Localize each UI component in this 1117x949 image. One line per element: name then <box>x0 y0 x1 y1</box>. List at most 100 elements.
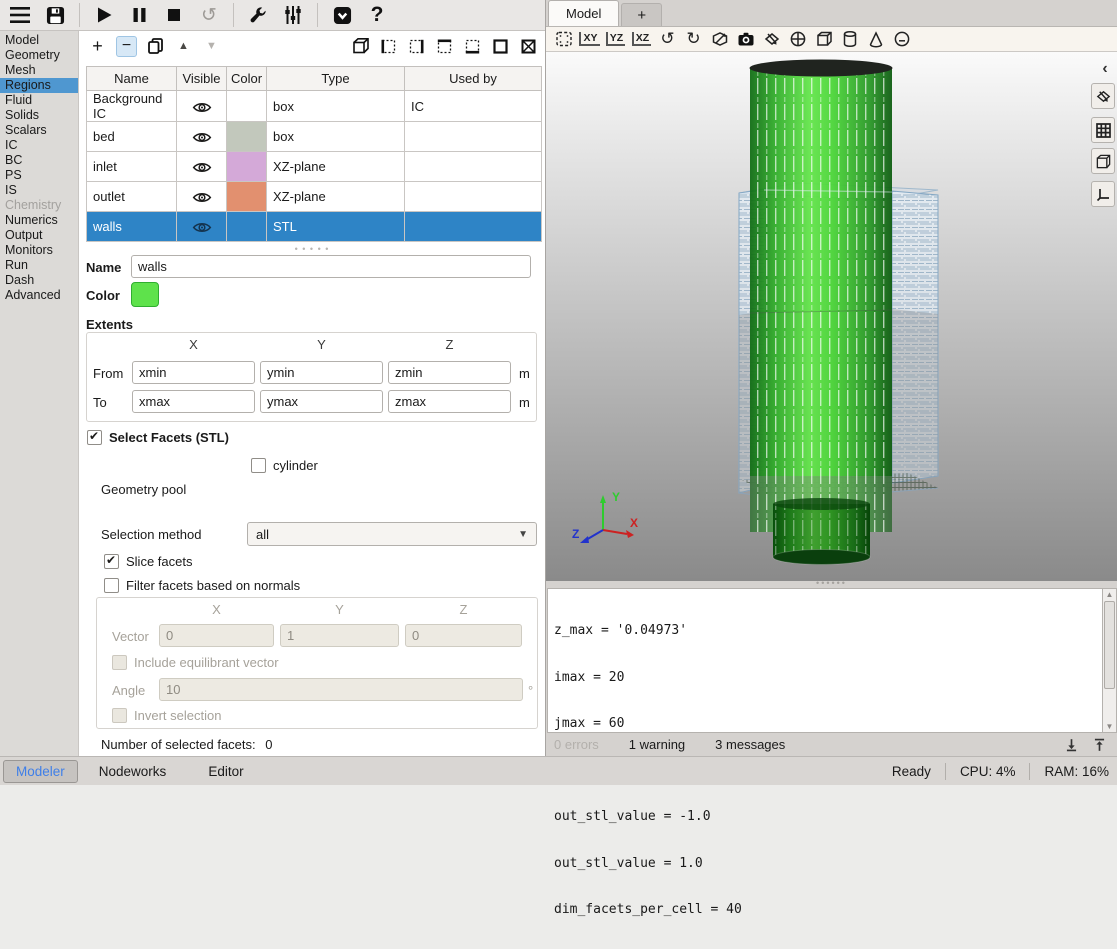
sidebar-item-ps[interactable]: PS <box>0 168 78 183</box>
stop-icon[interactable] <box>163 3 185 27</box>
from-z-input[interactable] <box>388 361 511 384</box>
fit-view-icon[interactable] <box>553 29 574 50</box>
plane-east-icon[interactable] <box>407 36 426 57</box>
eye-icon[interactable] <box>192 101 212 114</box>
sidebar-item-monitors[interactable]: Monitors <box>0 243 78 258</box>
pause-icon[interactable] <box>128 3 150 27</box>
sidebar-item-model[interactable]: Model <box>0 33 78 48</box>
reset-icon[interactable]: ↺ <box>198 3 220 27</box>
sidebar-item-advanced[interactable]: Advanced <box>0 288 78 303</box>
table-row[interactable]: outlet XZ-plane <box>87 182 542 212</box>
scroll-to-bottom-icon[interactable] <box>1064 737 1079 753</box>
to-x-input[interactable] <box>132 390 255 413</box>
color-swatch[interactable] <box>227 92 266 121</box>
cone-icon[interactable] <box>865 29 886 50</box>
geometry-visibility-icon[interactable] <box>761 29 782 50</box>
submit-icon[interactable] <box>331 3 353 27</box>
slice-facets-checkbox[interactable] <box>104 554 119 569</box>
region-box-icon[interactable] <box>351 36 370 57</box>
region-color-button[interactable] <box>131 282 159 307</box>
sidebar-item-is[interactable]: IS <box>0 183 78 198</box>
wireframe-toggle-icon[interactable] <box>1091 148 1115 174</box>
scroll-down-icon[interactable]: ▼ <box>1103 722 1116 731</box>
table-row[interactable]: inlet XZ-plane <box>87 152 542 182</box>
sidebar-item-regions[interactable]: Regions <box>0 78 78 93</box>
axes-toggle-icon[interactable] <box>1091 181 1115 207</box>
add-region-icon[interactable]: + <box>88 36 107 57</box>
color-swatch[interactable] <box>227 152 266 181</box>
table-row-selected[interactable]: walls STL <box>87 212 542 242</box>
mode-nodeworks-button[interactable]: Nodeworks <box>78 764 188 779</box>
help-icon[interactable]: ? <box>366 3 388 27</box>
mode-modeler-button[interactable]: Modeler <box>3 760 78 783</box>
splitter-handle[interactable]: • • • • • <box>79 244 545 254</box>
sidebar-item-scalars[interactable]: Scalars <box>0 123 78 138</box>
from-x-input[interactable] <box>132 361 255 384</box>
sidebar-item-solids[interactable]: Solids <box>0 108 78 123</box>
stl-region-icon[interactable] <box>519 36 538 57</box>
table-row[interactable]: Background IC box IC <box>87 91 542 122</box>
console-scrollbar[interactable]: ▲ ▼ <box>1102 588 1117 733</box>
eye-icon[interactable] <box>192 191 212 204</box>
filter-facets-checkbox[interactable] <box>104 578 119 593</box>
cylinder-icon[interactable] <box>839 29 860 50</box>
sidebar-item-bc[interactable]: BC <box>0 153 78 168</box>
sidebar-item-run[interactable]: Run <box>0 258 78 273</box>
messages-count[interactable]: 3 messages <box>715 737 785 752</box>
mode-editor-button[interactable]: Editor <box>187 764 264 779</box>
perspective-icon[interactable] <box>709 29 730 50</box>
duplicate-region-icon[interactable] <box>146 36 165 57</box>
mesh-toggle-icon[interactable] <box>1091 117 1115 143</box>
sidebar-item-fluid[interactable]: Fluid <box>0 93 78 108</box>
xz-view-icon[interactable]: XZ <box>631 29 652 50</box>
3d-viewport[interactable]: Y X Z ‹ <box>546 52 1117 581</box>
scroll-to-top-icon[interactable] <box>1092 737 1107 753</box>
build-icon[interactable] <box>247 3 269 27</box>
console-splitter[interactable]: •••••• <box>546 581 1117 588</box>
eye-icon[interactable] <box>192 161 212 174</box>
move-up-icon[interactable]: ▲ <box>174 36 193 57</box>
errors-count[interactable]: 0 errors <box>554 737 599 752</box>
sidebar-item-geometry[interactable]: Geometry <box>0 48 78 63</box>
color-swatch[interactable] <box>227 122 266 151</box>
collapse-icon[interactable]: ‹ <box>1095 58 1115 80</box>
sidebar-item-output[interactable]: Output <box>0 228 78 243</box>
camera-icon[interactable] <box>735 29 756 50</box>
to-y-input[interactable] <box>260 390 383 413</box>
add-tab-button[interactable]: + <box>621 3 662 26</box>
eye-icon[interactable] <box>192 131 212 144</box>
select-facets-checkbox[interactable] <box>87 430 102 445</box>
stl-toggle-icon[interactable] <box>1091 83 1115 109</box>
region-name-input[interactable] <box>131 255 531 278</box>
plane-top-icon[interactable] <box>435 36 454 57</box>
menu-icon[interactable] <box>9 3 31 27</box>
visibility-icon[interactable] <box>891 29 912 50</box>
warnings-count[interactable]: 1 warning <box>629 737 685 752</box>
run-icon[interactable] <box>93 3 115 27</box>
from-y-input[interactable] <box>260 361 383 384</box>
eye-icon[interactable] <box>192 221 212 234</box>
regions-visibility-icon[interactable] <box>813 29 834 50</box>
plane-west-icon[interactable] <box>379 36 398 57</box>
axes-sphere-icon[interactable] <box>787 29 808 50</box>
rotate-cw-icon[interactable]: ↻ <box>683 29 704 50</box>
yz-view-icon[interactable]: YZ <box>605 29 626 50</box>
sidebar-item-dash[interactable]: Dash <box>0 273 78 288</box>
color-swatch[interactable] <box>227 182 266 211</box>
remove-region-icon[interactable]: − <box>116 36 137 57</box>
selection-method-combobox[interactable]: all ▼ <box>247 522 537 546</box>
color-swatch[interactable] <box>227 212 266 241</box>
xy-view-icon[interactable]: XY <box>579 29 600 50</box>
save-icon[interactable] <box>44 3 66 27</box>
rotate-ccw-icon[interactable]: ↺ <box>657 29 678 50</box>
plane-bottom-icon[interactable] <box>463 36 482 57</box>
sidebar-item-numerics[interactable]: Numerics <box>0 213 78 228</box>
scrollbar-thumb[interactable] <box>1104 601 1115 689</box>
scroll-up-icon[interactable]: ▲ <box>1103 590 1116 599</box>
to-z-input[interactable] <box>388 390 511 413</box>
cylinder-checkbox[interactable] <box>251 458 266 473</box>
settings-icon[interactable] <box>282 3 304 27</box>
table-row[interactable]: bed box <box>87 122 542 152</box>
sidebar-item-mesh[interactable]: Mesh <box>0 63 78 78</box>
sidebar-item-ic[interactable]: IC <box>0 138 78 153</box>
